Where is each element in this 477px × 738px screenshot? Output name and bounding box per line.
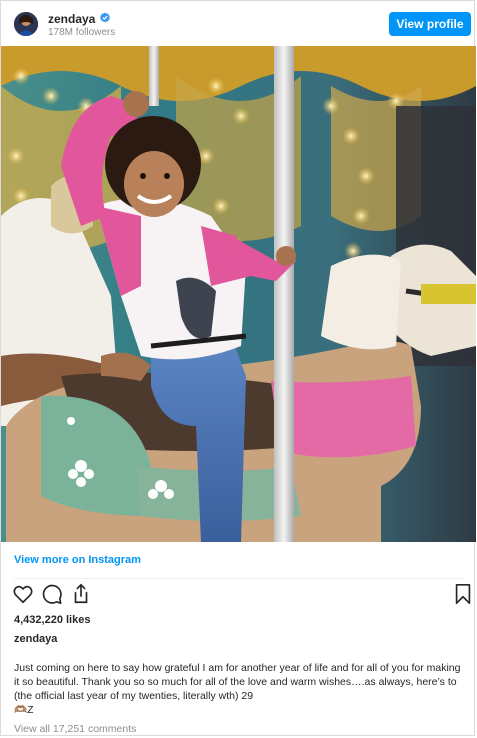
view-more-link[interactable]: View more on Instagram — [14, 554, 141, 566]
action-bar — [1, 583, 476, 607]
follower-count: 178M followers — [48, 27, 116, 38]
username[interactable]: zendaya — [48, 12, 95, 26]
bookmark-icon[interactable] — [452, 583, 474, 605]
avatar[interactable] — [14, 12, 38, 36]
post-header: zendaya 178M followers View profile — [1, 1, 476, 47]
carousel-photo — [1, 46, 476, 542]
caption: Just coming on here to say how grateful … — [14, 661, 468, 717]
share-icon[interactable] — [70, 583, 92, 605]
view-all-comments-link[interactable]: View all 17,251 comments — [14, 723, 136, 735]
caption-text: Just coming on here to say how grateful … — [14, 662, 461, 702]
view-profile-button[interactable]: View profile — [389, 12, 471, 36]
caption-username[interactable]: zendaya — [14, 633, 57, 645]
like-count[interactable]: 4,432,220 likes — [14, 614, 90, 626]
caption-signature: 🫶🏽Z — [14, 704, 34, 716]
instagram-embed-card: zendaya 178M followers View profile View… — [0, 0, 476, 736]
comment-icon[interactable] — [41, 583, 63, 605]
divider — [14, 578, 464, 579]
post-photo[interactable] — [1, 46, 476, 542]
heart-icon[interactable] — [12, 583, 34, 605]
verified-badge-icon — [100, 12, 110, 23]
